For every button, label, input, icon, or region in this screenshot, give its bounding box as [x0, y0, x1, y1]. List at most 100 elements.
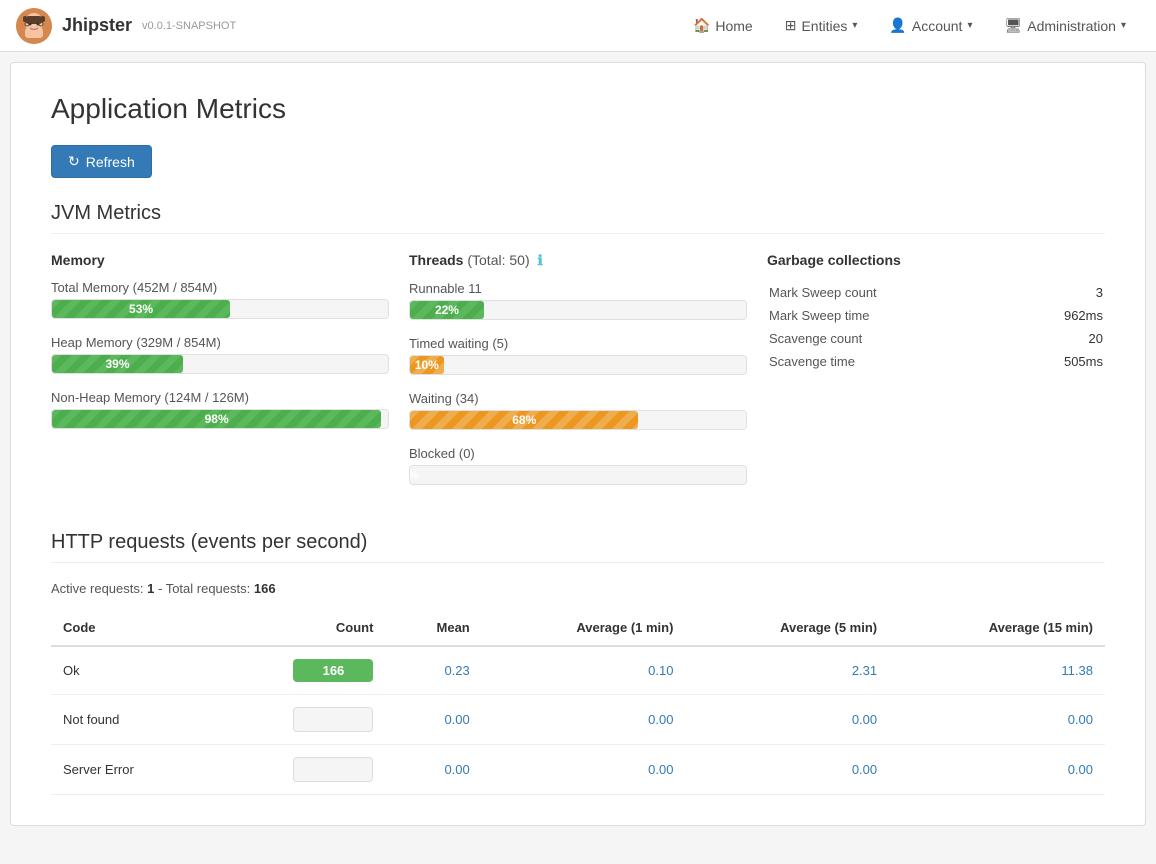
- timed-waiting-item: Timed waiting (5) 10%: [409, 336, 747, 375]
- heap-memory-item: Heap Memory (329M / 854M) 39%: [51, 335, 389, 374]
- row-avg1: 0.00: [482, 695, 686, 745]
- total-memory-item: Total Memory (452M / 854M) 53%: [51, 280, 389, 319]
- navbar-right: 🏠 Home ⊞ Entities ▾ 👤 Account ▾ 🖥 Admini…: [679, 9, 1140, 42]
- home-nav[interactable]: 🏠 Home: [679, 9, 767, 42]
- column-header: Average (1 min): [482, 610, 686, 646]
- administration-label: Administration: [1027, 18, 1116, 34]
- home-icon: 🏠: [693, 17, 710, 34]
- home-label: Home: [715, 18, 752, 34]
- gc-heading: Garbage collections: [767, 252, 1105, 268]
- row-count: [210, 745, 385, 795]
- runnable-label: Runnable 11: [409, 281, 747, 296]
- table-row: Server Error 0.00 0.00 0.00 0.00: [51, 745, 1105, 795]
- row-avg15: 0.00: [889, 745, 1105, 795]
- entities-nav[interactable]: ⊞ Entities ▾: [771, 9, 872, 42]
- avatar: [16, 8, 52, 44]
- grid-icon: ⊞: [785, 17, 797, 34]
- column-header: Code: [51, 610, 210, 646]
- memory-heading: Memory: [51, 252, 389, 268]
- entities-label: Entities: [801, 18, 847, 34]
- gc-row: Mark Sweep count 3: [769, 282, 1103, 303]
- column-header: Mean: [385, 610, 481, 646]
- http-subtitle: Active requests: 1 - Total requests: 166: [51, 581, 1105, 596]
- gc-row-value: 3: [1015, 282, 1103, 303]
- jvm-section-title: JVM Metrics: [51, 202, 1105, 234]
- timed-waiting-bar-container: 10%: [409, 355, 747, 375]
- waiting-bar-container: 68%: [409, 410, 747, 430]
- waiting-bar: 68%: [410, 411, 638, 429]
- table-row: Not found 0.00 0.00 0.00 0.00: [51, 695, 1105, 745]
- heap-memory-bar-container: 39%: [51, 354, 389, 374]
- refresh-button[interactable]: ↻ Refresh: [51, 145, 152, 178]
- nonheap-memory-label: Non-Heap Memory (124M / 126M): [51, 390, 389, 405]
- requests-table-body: Ok 166 0.23 0.10 2.31 11.38 Not found 0.…: [51, 646, 1105, 795]
- runnable-bar-container: 22%: [409, 300, 747, 320]
- gc-row: Mark Sweep time 962ms: [769, 305, 1103, 326]
- gc-row-value: 505ms: [1015, 351, 1103, 372]
- runnable-threads-item: Runnable 11 22%: [409, 281, 747, 320]
- threads-heading: Threads (Total: 50) ℹ: [409, 252, 747, 269]
- gc-row-value: 20: [1015, 328, 1103, 349]
- timed-waiting-label: Timed waiting (5): [409, 336, 747, 351]
- account-nav[interactable]: 👤 Account ▾: [875, 9, 986, 42]
- brand-link[interactable]: Jhipster v0.0.1-SNAPSHOT: [16, 8, 236, 44]
- gc-row-value: 962ms: [1015, 305, 1103, 326]
- total-memory-bar-container: 53%: [51, 299, 389, 319]
- heap-memory-bar: 39%: [52, 355, 183, 373]
- gc-row: Scavenge time 505ms: [769, 351, 1103, 372]
- row-avg1: 0.00: [482, 745, 686, 795]
- threads-info-icon[interactable]: ℹ: [538, 252, 543, 268]
- refresh-icon: ↻: [68, 153, 80, 170]
- entities-caret: ▾: [852, 20, 857, 31]
- row-mean: 0.23: [385, 646, 481, 695]
- nonheap-memory-bar-container: 98%: [51, 409, 389, 429]
- http-section-title: HTTP requests (events per second): [51, 531, 1105, 563]
- refresh-label: Refresh: [86, 154, 135, 170]
- table-row: Ok 166 0.23 0.10 2.31 11.38: [51, 646, 1105, 695]
- gc-table: Mark Sweep count 3 Mark Sweep time 962ms…: [767, 280, 1105, 374]
- row-code: Server Error: [51, 745, 210, 795]
- row-avg15: 0.00: [889, 695, 1105, 745]
- administration-caret: ▾: [1121, 20, 1126, 31]
- row-count: 166: [210, 646, 385, 695]
- column-header: Average (5 min): [685, 610, 889, 646]
- row-avg5: 2.31: [685, 646, 889, 695]
- row-avg1: 0.10: [482, 646, 686, 695]
- count-badge: 166: [293, 659, 373, 682]
- account-label: Account: [912, 18, 963, 34]
- administration-nav[interactable]: 🖥 Administration ▾: [990, 9, 1140, 42]
- timed-waiting-bar: 10%: [410, 356, 444, 374]
- threads-section: Threads (Total: 50) ℹ Runnable 11 22% Ti…: [409, 252, 747, 501]
- account-caret: ▾: [967, 20, 972, 31]
- column-header: Average (15 min): [889, 610, 1105, 646]
- row-code: Ok: [51, 646, 210, 695]
- gc-row-label: Mark Sweep count: [769, 282, 1013, 303]
- total-memory-label: Total Memory (452M / 854M): [51, 280, 389, 295]
- gc-row: Scavenge count 20: [769, 328, 1103, 349]
- admin-icon: 🖥: [1004, 17, 1022, 34]
- requests-table-header: CodeCountMeanAverage (1 min)Average (5 m…: [51, 610, 1105, 646]
- row-avg15: 11.38: [889, 646, 1105, 695]
- blocked-bar-container: 0%: [409, 465, 747, 485]
- http-section: HTTP requests (events per second) Active…: [51, 531, 1105, 795]
- row-mean: 0.00: [385, 745, 481, 795]
- app-name: Jhipster: [62, 15, 132, 36]
- app-version: v0.0.1-SNAPSHOT: [142, 20, 236, 32]
- nonheap-memory-bar: 98%: [52, 410, 381, 428]
- blocked-item: Blocked (0) 0%: [409, 446, 747, 485]
- runnable-bar: 22%: [410, 301, 484, 319]
- gc-section: Garbage collections Mark Sweep count 3 M…: [767, 252, 1105, 501]
- user-icon: 👤: [889, 17, 906, 34]
- requests-table: CodeCountMeanAverage (1 min)Average (5 m…: [51, 610, 1105, 795]
- row-count: [210, 695, 385, 745]
- column-header: Count: [210, 610, 385, 646]
- memory-section: Memory Total Memory (452M / 854M) 53% He…: [51, 252, 389, 501]
- page-title: Application Metrics: [51, 93, 1105, 125]
- blocked-label: Blocked (0): [409, 446, 747, 461]
- row-code: Not found: [51, 695, 210, 745]
- total-memory-bar: 53%: [52, 300, 230, 318]
- main-content: Application Metrics ↻ Refresh JVM Metric…: [10, 62, 1146, 826]
- count-badge-empty: [293, 757, 373, 782]
- waiting-label: Waiting (34): [409, 391, 747, 406]
- heap-memory-label: Heap Memory (329M / 854M): [51, 335, 389, 350]
